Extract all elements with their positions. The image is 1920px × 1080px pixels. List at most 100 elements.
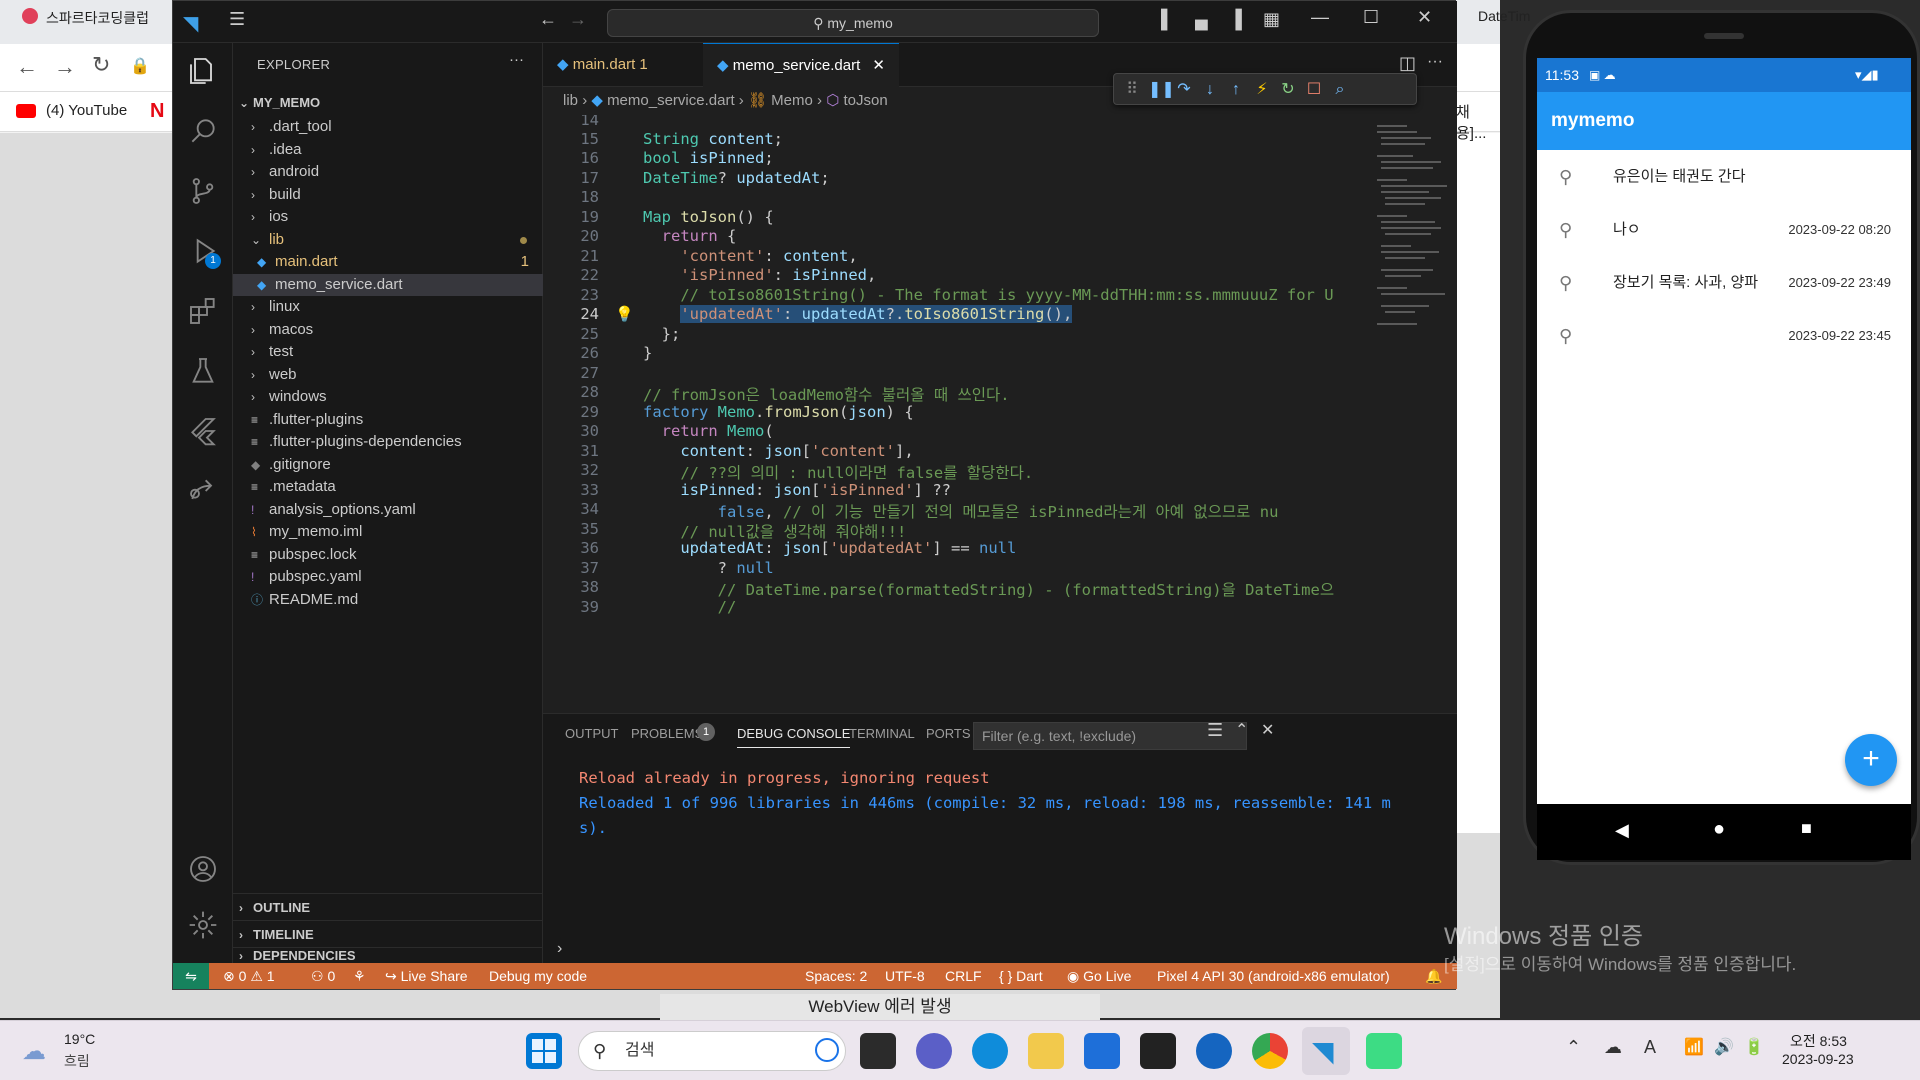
- browser-tab-label[interactable]: 스파르타코딩클럽: [46, 8, 149, 28]
- tree-item[interactable]: ≡ .flutter-plugins-dependencies: [233, 431, 543, 453]
- sticky-notes-icon[interactable]: [1140, 1033, 1176, 1069]
- task-view-icon[interactable]: [860, 1033, 896, 1069]
- breadcrumb-method[interactable]: toJson: [843, 92, 887, 109]
- timeline-section[interactable]: › TIMELINE: [233, 920, 543, 947]
- tab-memo-service-dart[interactable]: ◆ memo_service.dart ✕: [703, 43, 899, 87]
- live-share-icon[interactable]: [187, 475, 219, 507]
- bing-icon[interactable]: [815, 1038, 839, 1062]
- pin-icon[interactable]: ⚲: [1559, 150, 1572, 204]
- debug-launch-icon[interactable]: ⚘: [353, 963, 366, 989]
- close-icon[interactable]: ✕: [1417, 7, 1432, 28]
- forward-icon[interactable]: →: [54, 54, 76, 80]
- reload-icon[interactable]: ↻: [92, 52, 110, 78]
- devtools-icon[interactable]: ⌕: [1330, 80, 1350, 100]
- tree-item[interactable]: ⌄ lib: [233, 229, 543, 251]
- account-icon[interactable]: [187, 853, 219, 885]
- more-actions-icon[interactable]: ···: [509, 51, 524, 68]
- tab-main-dart[interactable]: ◆ main.dart 1: [543, 43, 703, 87]
- menu-icon[interactable]: ☰: [229, 9, 245, 30]
- tree-item[interactable]: › linux: [233, 296, 543, 318]
- encoding-status[interactable]: UTF-8: [885, 963, 925, 989]
- battery-icon[interactable]: 🔋: [1744, 1037, 1764, 1057]
- tab-ports[interactable]: PORTS: [926, 726, 971, 741]
- tree-item[interactable]: › .idea: [233, 139, 543, 161]
- tree-item[interactable]: ≡ pubspec.lock: [233, 544, 543, 566]
- chrome-icon[interactable]: [1252, 1033, 1288, 1069]
- memo-item[interactable]: ⚲ 2023-09-22 23:45: [1537, 309, 1911, 363]
- taskbar-search[interactable]: ⚲ 검색: [578, 1031, 846, 1071]
- nav-home-icon[interactable]: ●: [1713, 818, 1725, 841]
- language-status[interactable]: { } Dart: [999, 963, 1043, 989]
- tab-close-icon[interactable]: ✕: [872, 57, 885, 74]
- nav-back-triangle-icon[interactable]: ◀: [1615, 820, 1629, 841]
- live-share-status[interactable]: ↪ Live Share: [385, 963, 468, 989]
- explorer-icon[interactable]: [187, 55, 219, 87]
- command-center[interactable]: ⚲ my_memo: [607, 9, 1099, 37]
- console-prompt-icon[interactable]: ›: [557, 940, 562, 958]
- tree-item[interactable]: › build: [233, 184, 543, 206]
- teams-chat-icon[interactable]: [916, 1033, 952, 1069]
- restart-icon[interactable]: ↻: [1278, 80, 1298, 100]
- wifi-icon[interactable]: 📶: [1684, 1037, 1704, 1057]
- nav-recents-icon[interactable]: ■: [1801, 818, 1812, 839]
- vscode-taskbar-icon[interactable]: ◥: [1302, 1027, 1350, 1075]
- add-memo-button[interactable]: +: [1845, 734, 1897, 786]
- back-icon[interactable]: ←: [16, 54, 38, 80]
- toggle-panel-icon[interactable]: ▄: [1195, 9, 1208, 30]
- pin-icon[interactable]: ⚲: [1559, 256, 1572, 310]
- tree-item[interactable]: ⓘ README.md: [233, 589, 543, 611]
- editor-more-icon[interactable]: ···: [1427, 53, 1443, 71]
- tree-item[interactable]: ≡ .metadata: [233, 476, 543, 498]
- minimize-icon[interactable]: —: [1311, 7, 1329, 28]
- indentation-status[interactable]: Spaces: 2: [805, 963, 867, 989]
- debug-mode-status[interactable]: Debug my code: [489, 963, 587, 989]
- breadcrumb-file[interactable]: memo_service.dart: [607, 92, 735, 109]
- clock-time[interactable]: 오전 8:53: [1790, 1031, 1847, 1051]
- calendar-icon[interactable]: [1084, 1033, 1120, 1069]
- testing-icon[interactable]: [187, 355, 219, 387]
- tree-item[interactable]: ◆ main.dart 1: [233, 251, 543, 273]
- bookmark-youtube[interactable]: (4) YouTube: [46, 102, 127, 119]
- step-over-icon[interactable]: ↷: [1174, 80, 1194, 100]
- tab-debug-console[interactable]: DEBUG CONSOLE: [737, 726, 851, 748]
- pin-icon[interactable]: ⚲: [1559, 203, 1572, 257]
- tree-item[interactable]: › macos: [233, 319, 543, 341]
- extensions-icon[interactable]: [187, 295, 219, 327]
- tree-item[interactable]: ! analysis_options.yaml: [233, 499, 543, 521]
- tree-item[interactable]: › web: [233, 364, 543, 386]
- weather-temp[interactable]: 19°C: [64, 1031, 95, 1047]
- ime-icon[interactable]: A: [1644, 1037, 1656, 1058]
- eol-status[interactable]: CRLF: [945, 963, 982, 989]
- nav-back-icon[interactable]: ←: [539, 9, 557, 30]
- tab-output[interactable]: OUTPUT: [565, 726, 618, 741]
- edge-icon[interactable]: [972, 1033, 1008, 1069]
- search-view-icon[interactable]: [187, 115, 219, 147]
- code-view[interactable]: 14 15 String content; 16 bool isPinned; …: [543, 115, 1457, 713]
- nav-forward-icon[interactable]: →: [569, 9, 587, 30]
- split-editor-icon[interactable]: ◫: [1399, 53, 1416, 74]
- ports-status[interactable]: ⚇ 0: [311, 963, 335, 989]
- minimap[interactable]: [1367, 115, 1457, 713]
- outline-section[interactable]: › OUTLINE: [233, 893, 543, 920]
- stop-icon[interactable]: ☐: [1304, 80, 1324, 100]
- tree-item[interactable]: › windows: [233, 386, 543, 408]
- memo-item[interactable]: ⚲ 나ㅇ 2023-09-22 08:20: [1537, 203, 1911, 257]
- tab-terminal[interactable]: TERMINAL: [849, 726, 915, 741]
- tree-item[interactable]: ! pubspec.yaml: [233, 566, 543, 588]
- lightbulb-icon[interactable]: 💡: [615, 305, 634, 323]
- start-windows-icon[interactable]: [526, 1033, 562, 1069]
- notifications-bell-icon[interactable]: 🔔: [1425, 963, 1442, 989]
- weather-icon[interactable]: ☁: [22, 1037, 46, 1066]
- tree-item[interactable]: ≡ .flutter-plugins: [233, 409, 543, 431]
- tree-item[interactable]: ⌇ my_memo.iml: [233, 521, 543, 543]
- netflix-icon[interactable]: N: [150, 100, 164, 123]
- pin-icon[interactable]: ⚲: [1559, 309, 1572, 363]
- tree-item[interactable]: ◆ memo_service.dart: [233, 273, 543, 296]
- pause-icon[interactable]: ❚❚: [1148, 80, 1175, 100]
- maximize-panel-icon[interactable]: ⌃: [1235, 720, 1248, 740]
- maximize-icon[interactable]: ☐: [1363, 7, 1379, 28]
- settings-gear-icon[interactable]: [187, 909, 219, 941]
- emulator-icon[interactable]: [1366, 1033, 1402, 1069]
- toggle-secondary-sidebar-icon[interactable]: ▐: [1229, 9, 1242, 30]
- browser-tab-2-label[interactable]: DateTim: [1478, 8, 1530, 24]
